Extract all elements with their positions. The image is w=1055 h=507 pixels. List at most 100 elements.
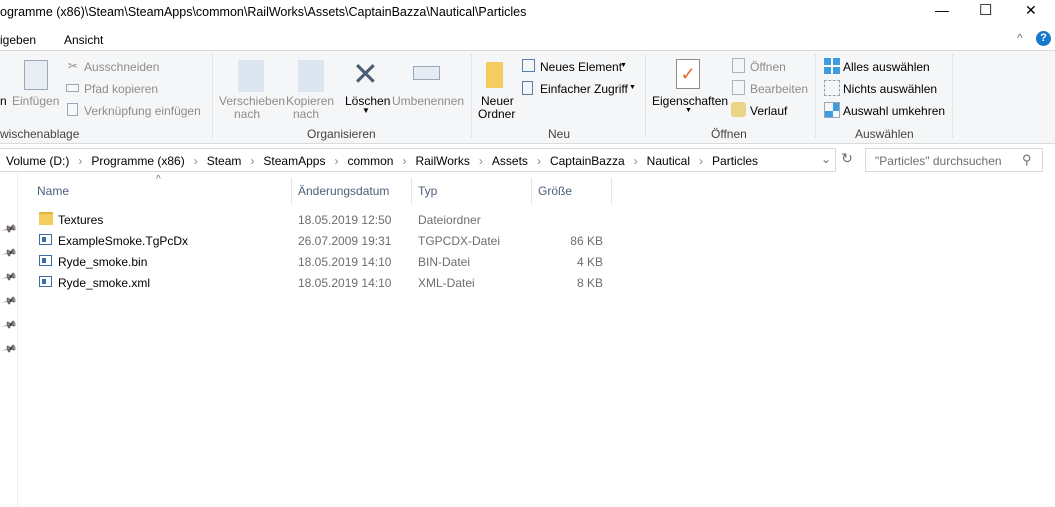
breadcrumb-item[interactable]: Particles (712, 154, 758, 168)
file-row[interactable]: ExampleSmoke.TgPcDx 26.07.2009 19:31 TGP… (30, 230, 612, 251)
copy-to-icon (298, 60, 324, 92)
invert-selection-button[interactable]: Auswahl umkehren (843, 104, 945, 118)
file-type: TGPCDX-Datei (418, 234, 501, 248)
copy-to-button[interactable]: Kopieren (286, 94, 334, 108)
address-bar[interactable]: Volume (D:) › Programme (x86) › Steam › SteamA… (0, 148, 836, 172)
new-item-dropdown-icon: ▼ (620, 62, 627, 69)
group-label-open: Öffnen (711, 127, 747, 141)
file-date: 18.05.2019 14:10 (298, 255, 392, 269)
open-icon (732, 58, 745, 73)
breadcrumb-item[interactable]: RailWorks (415, 154, 469, 168)
breadcrumb-separator-icon[interactable]: › (479, 154, 483, 168)
properties-button[interactable]: Eigenschaften (652, 94, 728, 108)
copy-path-button[interactable]: Pfad kopieren (84, 82, 158, 96)
help-icon[interactable]: ? (1036, 31, 1051, 46)
close-button[interactable]: ✕ (1025, 2, 1037, 19)
breadcrumb-item[interactable]: SteamApps (263, 154, 325, 168)
invert-selection-icon (824, 102, 840, 118)
pin-quick-access-button[interactable]: n (0, 94, 7, 108)
move-to-button[interactable]: Verschieben (219, 94, 285, 108)
file-size: 4 KB (576, 255, 603, 269)
file-size: 86 KB (570, 234, 603, 248)
breadcrumb-item[interactable]: Steam (207, 154, 242, 168)
file-size: 8 KB (576, 276, 603, 290)
edit-icon (732, 80, 745, 95)
breadcrumb-separator-icon[interactable]: › (334, 154, 338, 168)
easy-access-icon (522, 81, 533, 95)
breadcrumb-item[interactable]: Nautical (647, 154, 690, 168)
breadcrumb-item[interactable]: Assets (492, 154, 528, 168)
file-icon (39, 276, 52, 287)
column-header-date[interactable]: Änderungsdatum (298, 184, 389, 198)
select-all-icon (824, 58, 840, 74)
new-item-icon (522, 59, 535, 72)
breadcrumb-item[interactable]: common (347, 154, 393, 168)
column-header-name[interactable]: Name (37, 184, 69, 198)
history-icon (731, 102, 746, 117)
breadcrumb-item[interactable]: Volume (D:) (6, 154, 69, 168)
rename-icon (413, 66, 440, 80)
file-row[interactable]: Ryde_smoke.xml 18.05.2019 14:10 XML-Date… (30, 272, 612, 293)
delete-icon: ✕ (352, 56, 379, 92)
file-type: BIN-Datei (418, 255, 471, 269)
cut-icon: ✂ (68, 59, 79, 73)
properties-dropdown-icon: ▼ (685, 107, 692, 114)
paste-shortcut-button[interactable]: Verknüpfung einfügen (84, 104, 201, 118)
minimize-button[interactable]: — (935, 2, 949, 18)
edit-button[interactable]: Bearbeiten (750, 82, 808, 96)
file-name: Ryde_smoke.bin (58, 255, 148, 269)
file-row[interactable]: Textures 18.05.2019 12:50 Dateiordner (30, 209, 612, 230)
file-icon (39, 234, 52, 245)
file-date: 18.05.2019 12:50 (298, 213, 392, 227)
folder-icon (39, 212, 53, 225)
new-item-button[interactable]: Neues Element (540, 60, 622, 74)
group-label-organize: Organisieren (307, 127, 376, 141)
file-icon (39, 255, 52, 266)
tab-ansicht[interactable]: Ansicht (64, 33, 103, 47)
search-input[interactable]: "Particles" durchsuchen ⚲ (865, 148, 1043, 172)
breadcrumb-separator-icon[interactable]: › (402, 154, 406, 168)
copy-to-button-line2: nach (293, 107, 320, 121)
breadcrumb-separator-icon[interactable]: › (194, 154, 198, 168)
file-name: Ryde_smoke.xml (58, 276, 151, 290)
select-all-button[interactable]: Alles auswählen (843, 60, 930, 74)
file-date: 26.07.2009 19:31 (298, 234, 392, 248)
group-label-clipboard: wischenablage (0, 127, 80, 141)
new-folder-button[interactable]: Neuer (481, 94, 514, 108)
properties-icon: ✓ (676, 59, 700, 89)
breadcrumb-separator-icon[interactable]: › (250, 154, 254, 168)
breadcrumb-separator-icon[interactable]: › (537, 154, 541, 168)
new-folder-icon (486, 62, 503, 88)
open-button[interactable]: Öffnen (750, 60, 786, 74)
refresh-icon[interactable]: ↻ (837, 150, 857, 170)
paste-shortcut-icon (67, 103, 78, 116)
column-header-type[interactable]: Typ (418, 184, 437, 198)
breadcrumb-item[interactable]: CaptainBazza (550, 154, 625, 168)
new-folder-button-line2: Ordner (478, 107, 516, 121)
paste-icon (24, 60, 48, 90)
file-row[interactable]: Ryde_smoke.bin 18.05.2019 14:10 BIN-Date… (30, 251, 612, 272)
maximize-button[interactable]: ☐ (979, 1, 992, 19)
move-to-button-line2: nach (234, 107, 261, 121)
group-label-select: Auswählen (855, 127, 914, 141)
rename-button[interactable]: Umbenennen (392, 94, 464, 108)
paste-button[interactable]: Einfügen (12, 94, 59, 108)
cut-button[interactable]: Ausschneiden (84, 60, 159, 74)
search-icon[interactable]: ⚲ (1022, 152, 1032, 168)
easy-access-button[interactable]: Einfacher Zugriff (540, 82, 628, 96)
column-header-size[interactable]: Größe (538, 184, 572, 198)
file-name: ExampleSmoke.TgPcDx (58, 234, 189, 248)
file-name: Textures (58, 213, 104, 227)
breadcrumb-separator-icon[interactable]: › (78, 154, 82, 168)
breadcrumb-separator-icon[interactable]: › (634, 154, 638, 168)
breadcrumb-item[interactable]: Programme (x86) (91, 154, 184, 168)
address-history-dropdown-icon[interactable]: ⌄ (821, 152, 831, 166)
breadcrumb-separator-icon[interactable]: › (699, 154, 703, 168)
history-button[interactable]: Verlauf (750, 104, 787, 118)
copy-path-icon (66, 84, 79, 92)
group-label-new: Neu (548, 127, 571, 141)
select-none-button[interactable]: Nichts auswählen (843, 82, 937, 96)
tab-freigeben[interactable]: igeben (0, 33, 36, 47)
collapse-ribbon-icon[interactable]: ^ (1017, 31, 1023, 45)
delete-dropdown-icon[interactable]: ▼ (362, 106, 370, 115)
